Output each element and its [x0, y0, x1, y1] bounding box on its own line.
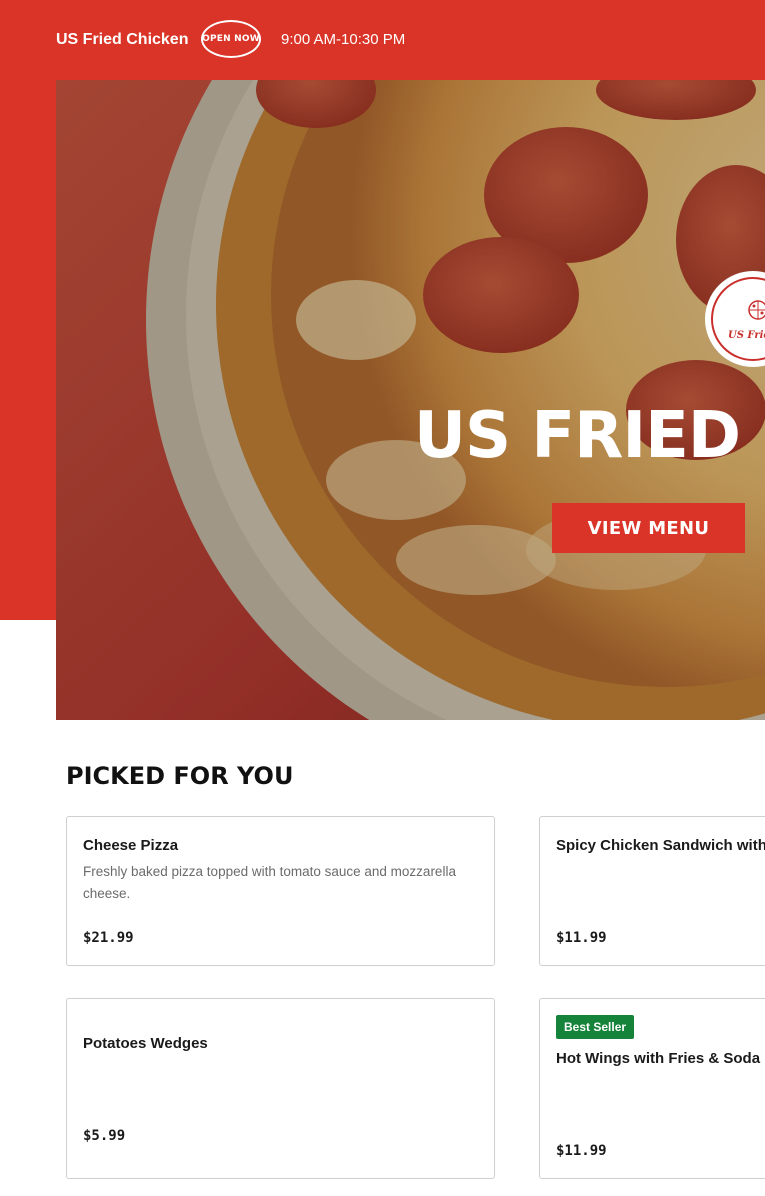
menu-item-price: $11.99: [556, 930, 607, 946]
page: US Fried Chicken OPEN NOW 9:00 AM-10:30 …: [0, 0, 765, 1196]
hero-title: US FRIED: [414, 399, 741, 473]
top-bar: US Fried Chicken OPEN NOW 9:00 AM-10:30 …: [0, 0, 765, 80]
logo-wordmark: US Fried: [728, 330, 765, 341]
menu-item-price: $5.99: [83, 1128, 126, 1144]
menu-item-card[interactable]: Spicy Chicken Sandwich with $11.99: [539, 816, 765, 966]
menu-item-card[interactable]: Best Seller Hot Wings with Fries & Soda …: [539, 998, 765, 1179]
opening-hours: 9:00 AM-10:30 PM: [281, 31, 406, 48]
menu-item-name: Spicy Chicken Sandwich with: [556, 837, 765, 854]
menu-item-price: $21.99: [83, 930, 134, 946]
pizza-icon: [748, 300, 765, 320]
best-seller-badge: Best Seller: [556, 1015, 635, 1039]
section-title: PICKED FOR YOU: [66, 762, 294, 790]
view-menu-button[interactable]: VIEW MENU: [552, 503, 745, 553]
open-now-badge: OPEN NOW: [201, 20, 261, 58]
menu-item-description: Freshly baked pizza topped with tomato s…: [83, 864, 456, 901]
menu-item-price: $11.99: [556, 1143, 607, 1159]
menu-item-name: Cheese Pizza: [83, 837, 179, 854]
menu-item-card[interactable]: Potatoes Wedges $5.99: [66, 998, 495, 1179]
restaurant-name[interactable]: US Fried Chicken: [56, 29, 188, 51]
menu-item-name: Potatoes Wedges: [83, 1035, 208, 1052]
menu-item-card[interactable]: Cheese Pizza Freshly baked pizza topped …: [66, 816, 495, 966]
menu-item-name: Hot Wings with Fries & Soda: [556, 1050, 761, 1067]
